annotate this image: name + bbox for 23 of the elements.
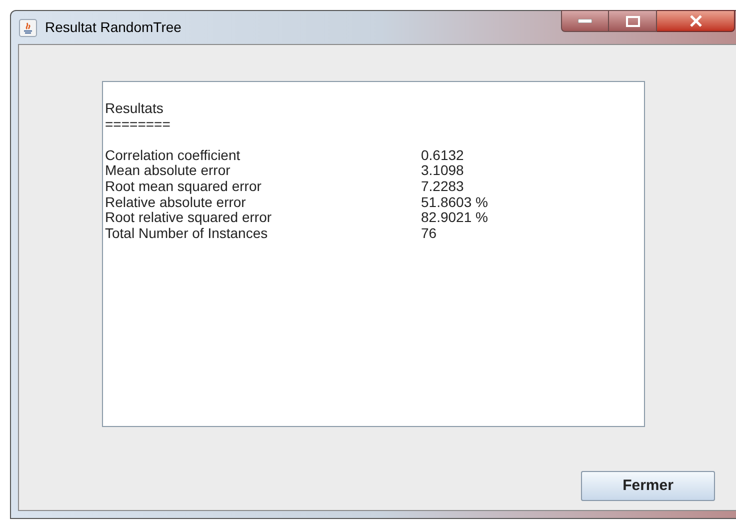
metric-value: 51.8603 % — [421, 194, 488, 210]
minimize-icon — [578, 19, 592, 23]
heading-underline: ======== — [105, 116, 172, 132]
metric-label: Total Number of Instances — [105, 226, 269, 242]
metric-label: Correlation coefficient — [105, 148, 242, 164]
maximize-icon — [626, 16, 640, 26]
close-icon — [688, 15, 702, 27]
metric-label: Root relative squared error — [105, 210, 273, 226]
metric-label: Root mean squared error — [105, 178, 262, 195]
metric-value: 3.1098 — [421, 163, 464, 179]
metric-value: 7.2283 — [421, 178, 464, 195]
close-dialog-button[interactable]: Fermer — [581, 471, 715, 501]
maximize-button[interactable] — [609, 10, 657, 32]
metric-label: Relative absolute error — [105, 194, 247, 210]
metric-label: Mean absolute error — [105, 163, 232, 179]
window-title: Resultat RandomTree — [45, 18, 182, 37]
minimize-button[interactable] — [561, 10, 609, 32]
results-heading: Resultats — [105, 101, 164, 117]
metric-value: 82.9021 % — [421, 210, 488, 226]
close-button[interactable] — [657, 10, 735, 32]
metric-value: 0.6132 — [421, 148, 464, 164]
metric-value: 76 — [421, 226, 437, 242]
java-cup-icon — [19, 18, 37, 36]
